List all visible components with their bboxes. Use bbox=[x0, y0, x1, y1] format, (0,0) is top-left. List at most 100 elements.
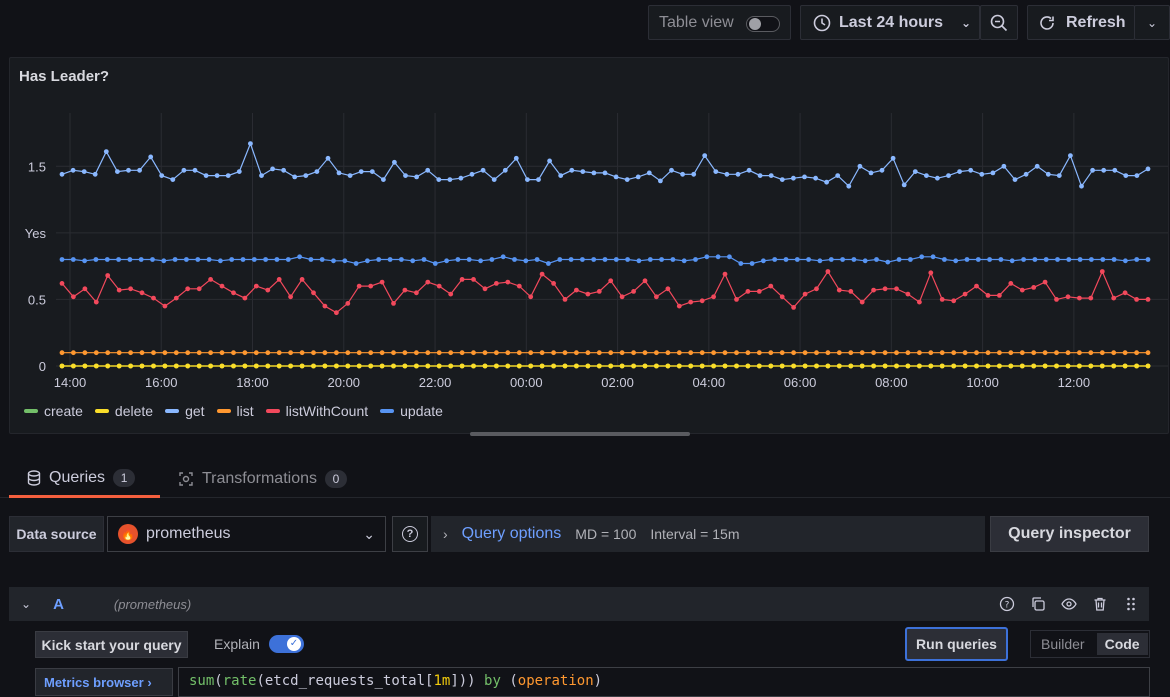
metrics-browser-button[interactable]: Metrics browser › bbox=[35, 668, 173, 696]
data-point-listWithCount bbox=[917, 299, 922, 305]
data-point-list bbox=[1019, 350, 1025, 356]
eye-icon[interactable] bbox=[1061, 596, 1077, 612]
refresh-button[interactable]: Refresh bbox=[1027, 5, 1135, 40]
data-point-listWithCount bbox=[173, 295, 179, 301]
code-duration: 1m bbox=[433, 673, 451, 689]
data-point-get bbox=[835, 173, 841, 178]
trash-icon[interactable] bbox=[1092, 596, 1108, 612]
data-point-list bbox=[139, 350, 145, 356]
data-point-update bbox=[274, 257, 280, 262]
data-point-get bbox=[757, 173, 763, 178]
data-point-create bbox=[345, 363, 351, 369]
data-point-get bbox=[1101, 167, 1107, 173]
data-point-get bbox=[381, 177, 386, 182]
legend-item-delete[interactable]: delete bbox=[94, 403, 153, 419]
table-view-switch[interactable] bbox=[746, 16, 780, 32]
query-expression-input[interactable]: sum(rate(etcd_requests_total[1m])) by (o… bbox=[178, 667, 1150, 697]
legend-item-create[interactable]: create bbox=[24, 403, 83, 419]
chevron-down-icon[interactable]: ⌄ bbox=[21, 597, 31, 611]
datasource-help-button[interactable]: ? bbox=[392, 516, 428, 552]
data-point-get bbox=[724, 171, 730, 177]
code-text: ( bbox=[214, 673, 223, 689]
legend-item-update[interactable]: update bbox=[380, 403, 443, 419]
table-view-toggle[interactable]: Table view bbox=[648, 5, 791, 40]
code-keyword: by bbox=[484, 673, 501, 689]
run-queries-button[interactable]: Run queries bbox=[905, 627, 1008, 661]
data-point-update bbox=[376, 257, 382, 262]
legend-item-list[interactable]: list bbox=[216, 403, 254, 419]
y-tick-label: 1.5 bbox=[28, 159, 46, 174]
data-point-update bbox=[987, 257, 992, 262]
data-point-get bbox=[436, 177, 442, 182]
prometheus-icon: 🔥 bbox=[118, 524, 138, 544]
data-point-get bbox=[857, 163, 863, 169]
data-point-get bbox=[768, 173, 774, 178]
x-tick-label: 10:00 bbox=[966, 375, 999, 390]
time-range-picker[interactable]: Last 24 hours ⌄ bbox=[800, 5, 980, 40]
data-point-update bbox=[353, 261, 359, 266]
data-point-create bbox=[242, 363, 248, 369]
question-icon[interactable]: ? bbox=[999, 596, 1015, 612]
data-point-listWithCount bbox=[162, 303, 168, 309]
query-letter[interactable]: A bbox=[53, 596, 64, 613]
data-point-update bbox=[308, 257, 314, 262]
zoom-out-button[interactable] bbox=[980, 5, 1018, 40]
data-point-update bbox=[602, 257, 608, 262]
drag-handle-icon[interactable] bbox=[1123, 596, 1139, 612]
data-point-create bbox=[631, 363, 636, 369]
data-point-create bbox=[1145, 363, 1151, 369]
data-point-list bbox=[59, 350, 65, 356]
data-point-list bbox=[299, 350, 305, 356]
code-text: ])) bbox=[450, 673, 485, 689]
data-point-update bbox=[806, 257, 811, 262]
code-mode-option[interactable]: Code bbox=[1096, 633, 1148, 655]
data-point-get bbox=[1034, 163, 1040, 169]
query-options-toggle[interactable]: › Query options MD = 100 Interval = 15m bbox=[431, 516, 985, 552]
data-point-list bbox=[1065, 350, 1071, 356]
panel-resize-handle[interactable] bbox=[470, 432, 690, 436]
data-point-list bbox=[825, 350, 831, 356]
data-point-list bbox=[848, 350, 854, 356]
data-point-list bbox=[196, 350, 202, 356]
data-point-create bbox=[93, 363, 99, 369]
legend-item-listWithCount[interactable]: listWithCount bbox=[265, 403, 368, 419]
data-point-create bbox=[859, 363, 865, 369]
query-row-header[interactable]: ⌄ A (prometheus) ? bbox=[9, 587, 1149, 621]
table-view-label: Table view bbox=[659, 13, 734, 31]
data-point-list bbox=[425, 350, 431, 356]
legend-item-get[interactable]: get bbox=[165, 403, 205, 419]
data-point-update bbox=[489, 257, 495, 262]
copy-icon[interactable] bbox=[1030, 596, 1046, 612]
explain-toggle[interactable] bbox=[269, 635, 304, 653]
builder-mode-option[interactable]: Builder bbox=[1033, 636, 1093, 652]
data-point-update bbox=[546, 261, 551, 266]
data-point-update bbox=[206, 257, 212, 262]
y-tick-label: 0 bbox=[39, 359, 46, 374]
data-point-update bbox=[1089, 257, 1094, 262]
data-point-listWithCount bbox=[425, 279, 431, 285]
code-keyword: sum bbox=[189, 673, 215, 689]
datasource-select[interactable]: 🔥 prometheus ⌄ bbox=[107, 516, 386, 552]
data-point-get bbox=[635, 174, 641, 180]
data-point-listWithCount bbox=[448, 291, 454, 297]
kick-start-query-button[interactable]: Kick start your query bbox=[35, 631, 188, 658]
data-point-get bbox=[181, 167, 187, 173]
legend-label: list bbox=[236, 403, 254, 419]
data-point-list bbox=[1134, 350, 1139, 356]
data-point-update bbox=[772, 257, 778, 262]
data-point-listWithCount bbox=[539, 271, 545, 277]
data-point-listWithCount bbox=[665, 286, 671, 292]
tab-queries[interactable]: Queries 1 bbox=[9, 460, 160, 498]
data-point-list bbox=[574, 350, 579, 356]
data-point-get bbox=[569, 167, 575, 173]
data-point-listWithCount bbox=[951, 298, 957, 304]
data-point-create bbox=[676, 363, 682, 369]
refresh-interval-dropdown[interactable]: ⌄ bbox=[1134, 5, 1170, 40]
data-point-list bbox=[688, 350, 694, 356]
legend-swatch bbox=[94, 409, 109, 413]
data-point-update bbox=[1066, 257, 1072, 262]
tab-transformations[interactable]: Transformations 0 bbox=[178, 460, 347, 498]
query-inspector-button[interactable]: Query inspector bbox=[990, 516, 1149, 552]
data-point-update bbox=[263, 257, 268, 262]
datasource-value: prometheus bbox=[146, 525, 231, 542]
